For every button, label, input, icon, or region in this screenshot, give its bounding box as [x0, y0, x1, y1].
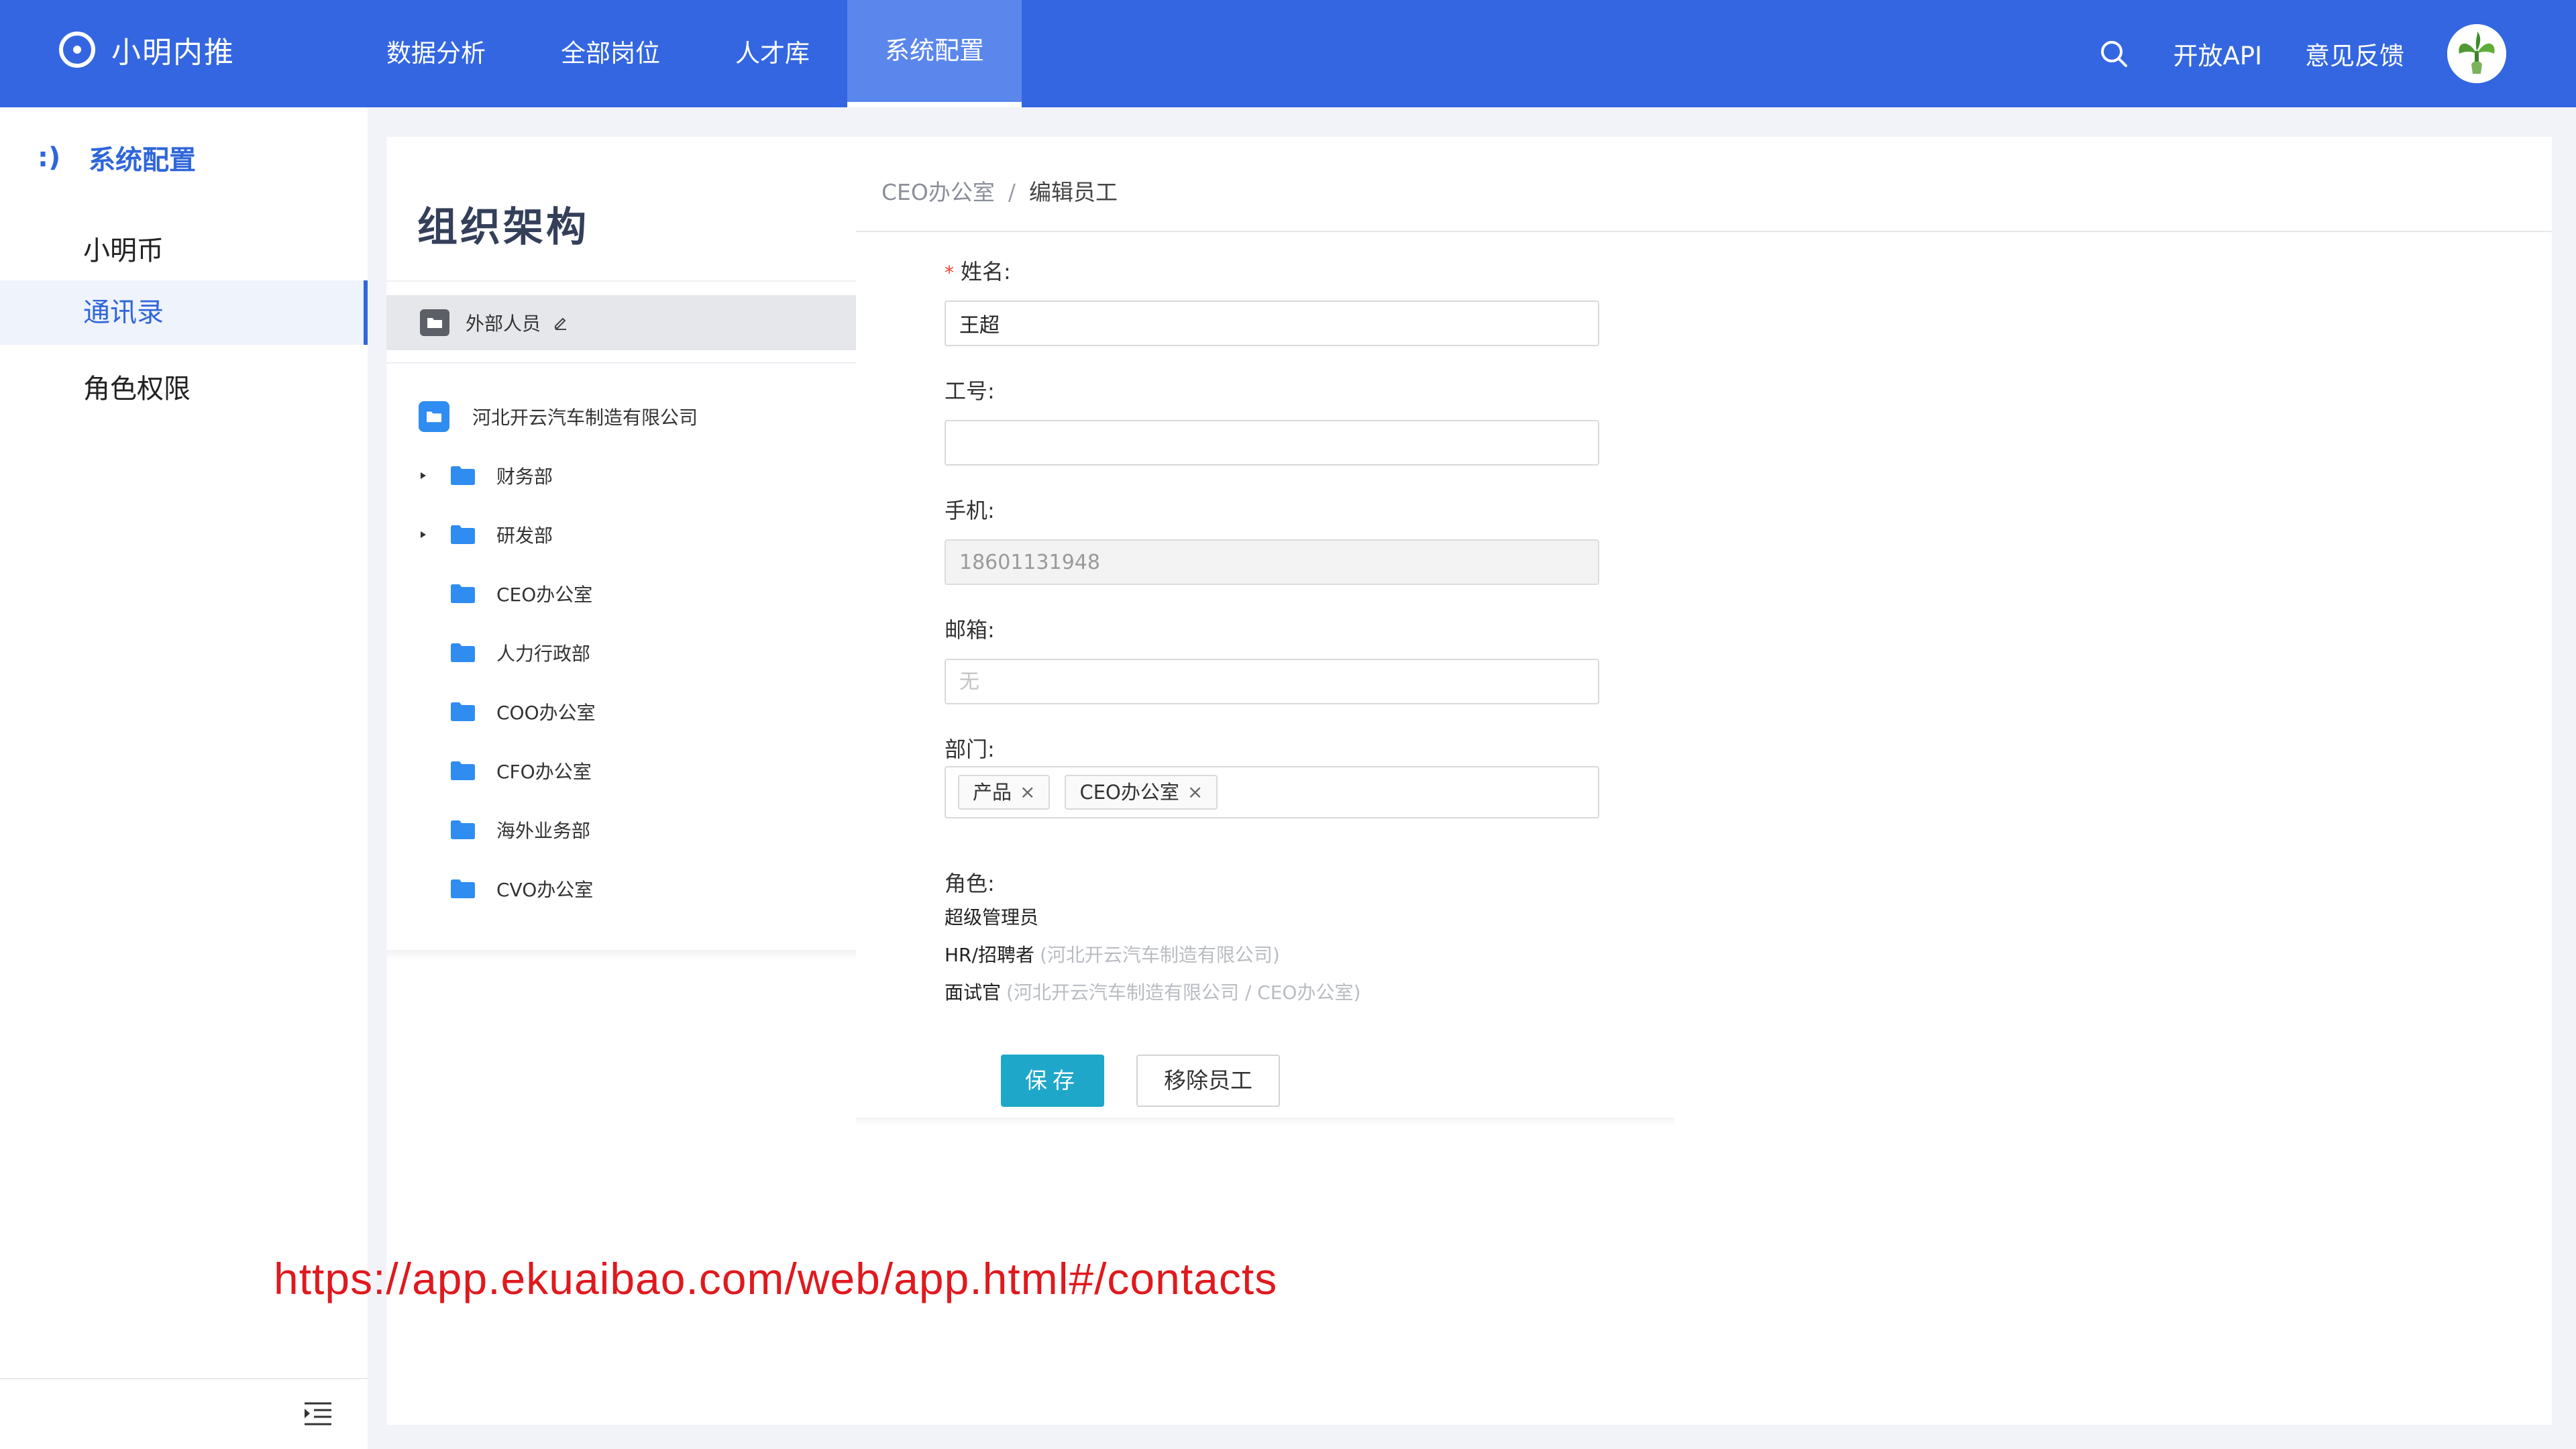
- search-icon[interactable]: [2099, 39, 2129, 68]
- dept-label: CVO办公室: [496, 879, 594, 901]
- caret-right-icon[interactable]: [419, 471, 428, 480]
- divider: [386, 280, 856, 282]
- role-name: HR/招聘者: [945, 944, 1034, 966]
- role-name: 超级管理员: [945, 906, 1039, 928]
- name-input[interactable]: [945, 301, 1599, 346]
- org-title: 组织架构: [417, 204, 589, 251]
- dept-label: 海外业务部: [496, 820, 591, 842]
- role-item: 超级管理员: [945, 903, 1038, 930]
- breadcrumb: CEO办公室 / 编辑员工: [881, 174, 1118, 207]
- nav-data-analysis[interactable]: 数据分析: [349, 0, 523, 107]
- sidebar: :) 系统配置 小明币 通讯录 角色权限: [0, 107, 368, 1449]
- open-api-link[interactable]: 开放API: [2173, 36, 2262, 72]
- close-icon[interactable]: ×: [1020, 776, 1035, 808]
- external-folder-icon: [420, 309, 449, 336]
- name-label: *王超姓名:: [945, 255, 1011, 286]
- breadcrumb-parent[interactable]: CEO办公室: [881, 179, 995, 205]
- company-folder-icon: [419, 401, 449, 432]
- divider: [386, 950, 856, 959]
- breadcrumb-separator: /: [1008, 179, 1016, 205]
- url-caption: https://app.ekuaibao.com/web/app.html#/c…: [274, 1254, 1278, 1303]
- tag-label: 产品: [973, 781, 1012, 804]
- tree-node-hr-admin[interactable]: 人力行政部: [386, 631, 856, 675]
- role-scope: (河北开云汽车制造有限公司): [1039, 944, 1280, 966]
- tree-node-coo-office[interactable]: COO办公室: [386, 690, 856, 734]
- tree-node-finance[interactable]: 财务部: [386, 453, 856, 498]
- app-name: 小明内推: [111, 36, 235, 70]
- sidebar-footer: [0, 1378, 368, 1449]
- caret-right-icon[interactable]: [419, 530, 428, 539]
- role-item: 面试官 (河北开云汽车制造有限公司 / CEO办公室): [945, 978, 1360, 1005]
- dept-label: 财务部: [496, 466, 553, 488]
- collapse-menu-icon[interactable]: [303, 1401, 333, 1428]
- folder-icon: [451, 466, 475, 485]
- dept-label: 人力行政部: [496, 643, 591, 665]
- folder-icon: [451, 643, 475, 662]
- main-nav: 数据分析 全部岗位 人才库 系统配置: [349, 0, 1022, 107]
- avatar-plant-icon: [2447, 24, 2506, 83]
- smile-icon: :): [38, 142, 61, 173]
- email-label: 邮箱:: [945, 617, 995, 643]
- folder-icon: [451, 879, 475, 898]
- feedback-link[interactable]: 意见反馈: [2305, 36, 2404, 72]
- app-logo[interactable]: 小明内推: [59, 28, 235, 71]
- sidebar-item-contacts[interactable]: 通讯录: [0, 280, 368, 345]
- nav-all-positions[interactable]: 全部岗位: [523, 0, 698, 107]
- company-row[interactable]: 河北开云汽车制造有限公司: [386, 394, 856, 439]
- edit-pencil-icon[interactable]: [553, 315, 569, 331]
- logo-icon: [59, 32, 95, 68]
- tree-node-ceo-office[interactable]: CEO办公室: [386, 572, 856, 616]
- sidebar-header: :) 系统配置: [38, 138, 196, 177]
- company-label: 河北开云汽车制造有限公司: [472, 407, 698, 429]
- org-panel: 组织架构 外部人员 河北开云汽车制造有限公司 财务部 研发部 CEO办公室 人力: [386, 137, 857, 1425]
- job-number-label: 工号:: [945, 378, 995, 404]
- tree-node-overseas[interactable]: 海外业务部: [386, 808, 856, 852]
- role-item: HR/招聘者 (河北开云汽车制造有限公司): [945, 941, 1280, 967]
- folder-icon: [451, 702, 475, 721]
- department-select[interactable]: 产品 × CEO办公室 ×: [945, 766, 1599, 818]
- role-scope: (河北开云汽车制造有限公司 / CEO办公室): [1006, 981, 1361, 1004]
- phone-label: 手机:: [945, 498, 995, 523]
- breadcrumb-current: 编辑员工: [1029, 179, 1118, 205]
- divider: [386, 362, 856, 364]
- dept-label: 研发部: [496, 525, 553, 547]
- department-label: 部门:: [945, 737, 995, 762]
- close-icon[interactable]: ×: [1187, 776, 1203, 808]
- avatar[interactable]: [2447, 24, 2506, 83]
- tree-node-cvo-office[interactable]: CVO办公室: [386, 867, 856, 911]
- email-input[interactable]: [945, 659, 1599, 704]
- folder-icon: [451, 525, 475, 544]
- nav-system-config[interactable]: 系统配置: [847, 0, 1022, 107]
- top-header: 小明内推 数据分析 全部岗位 人才库 系统配置 开放API 意见反馈: [0, 0, 2576, 107]
- folder-icon: [451, 820, 475, 839]
- edit-employee-panel: CEO办公室 / 编辑员工 *王超姓名: 工号: 手机: 邮箱: 部门: 产品 × C…: [856, 137, 2552, 1425]
- divider: [856, 1118, 1674, 1127]
- job-number-input[interactable]: [945, 420, 1599, 466]
- name-label-text: 姓名:: [961, 259, 1011, 284]
- sidebar-title: 系统配置: [89, 145, 196, 176]
- tag-label: CEO办公室: [1079, 781, 1179, 804]
- folder-icon: [451, 761, 475, 780]
- sidebar-item-roles[interactable]: 角色权限: [0, 357, 368, 421]
- header-actions: 开放API 意见反馈: [2099, 0, 2506, 107]
- save-button[interactable]: 保存: [1001, 1055, 1104, 1107]
- external-staff-label: 外部人员: [466, 313, 541, 335]
- remove-employee-button[interactable]: 移除员工: [1136, 1055, 1280, 1107]
- tree-node-rnd[interactable]: 研发部: [386, 513, 856, 557]
- nav-talent-pool[interactable]: 人才库: [698, 0, 847, 107]
- folder-icon: [451, 584, 475, 603]
- role-name: 面试官: [945, 981, 1002, 1004]
- required-mark: *: [945, 262, 954, 284]
- phone-input: [945, 539, 1599, 585]
- sidebar-item-coins[interactable]: 小明币: [0, 219, 368, 283]
- department-tag: 产品 ×: [958, 775, 1051, 810]
- external-staff-row[interactable]: 外部人员: [386, 295, 856, 350]
- dept-label: CEO办公室: [496, 584, 593, 606]
- tree-node-cfo-office[interactable]: CFO办公室: [386, 749, 856, 793]
- dept-label: COO办公室: [496, 702, 596, 724]
- dept-label: CFO办公室: [496, 761, 592, 783]
- department-tag: CEO办公室 ×: [1065, 775, 1218, 810]
- divider: [856, 231, 2552, 232]
- role-label: 角色:: [945, 871, 995, 896]
